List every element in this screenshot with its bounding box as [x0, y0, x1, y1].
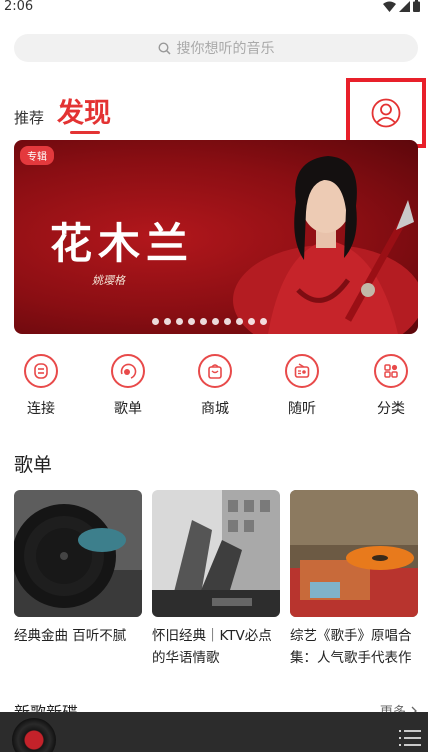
nav-label: 连接: [27, 401, 55, 417]
playlist-caption: 经典金曲 百听不腻: [14, 625, 142, 647]
status-time: 2:06: [4, 0, 34, 14]
nav-playlist[interactable]: 歌单: [98, 354, 158, 418]
quick-nav: 连接 歌单 商城 随听 分类: [0, 354, 428, 424]
pagination-dot[interactable]: [248, 318, 255, 325]
playlist-title-line2: 集：人气歌手代表作: [290, 650, 412, 666]
nav-radio[interactable]: 随听: [272, 354, 332, 418]
pagination-dot[interactable]: [236, 318, 243, 325]
search-icon: [157, 41, 171, 55]
nav-label: 随听: [288, 401, 316, 417]
pagination-dot[interactable]: [224, 318, 231, 325]
banner-title: 花木兰: [50, 219, 195, 268]
tab-discover[interactable]: 发现: [57, 91, 111, 130]
radio-icon: [285, 354, 319, 388]
tab-underline: [70, 131, 100, 134]
pagination-dot[interactable]: [260, 318, 267, 325]
playlist-card[interactable]: 经典金曲 百听不腻: [14, 490, 142, 647]
playlist-cover: [152, 490, 280, 617]
playlist-card[interactable]: 怀旧经典｜KTV必点 的华语情歌: [152, 490, 280, 669]
nav-label: 分类: [377, 401, 405, 417]
artist-signature: 姚璎格: [92, 274, 125, 287]
section-title-playlists: 歌单: [14, 454, 53, 476]
pagination-dot[interactable]: [188, 318, 195, 325]
album-banner[interactable]: 专辑 花木兰 姚璎格: [14, 140, 418, 334]
search-input[interactable]: 搜你想听的音乐: [14, 34, 418, 62]
playlist-card[interactable]: 综艺《歌手》原唱合 集：人气歌手代表作: [290, 490, 418, 669]
now-playing-disc[interactable]: [12, 718, 56, 752]
shop-icon: [198, 354, 232, 388]
nav-connect[interactable]: 连接: [11, 354, 71, 418]
category-icon: [374, 354, 408, 388]
battery-icon: [413, 0, 420, 12]
cell-signal-icon: [399, 0, 410, 12]
artist-photo: [233, 156, 418, 334]
pagination-dot[interactable]: [200, 318, 207, 325]
pagination-dot[interactable]: [152, 318, 159, 325]
user-icon: [371, 98, 401, 128]
playlist-title-line2: 的华语情歌: [152, 650, 220, 666]
nav-category[interactable]: 分类: [361, 354, 421, 418]
status-icons: [383, 0, 420, 12]
playlist-caption: 怀旧经典｜KTV必点 的华语情歌: [152, 625, 280, 669]
playlist-menu-icon[interactable]: [398, 728, 422, 748]
playlist-caption: 综艺《歌手》原唱合 集：人气歌手代表作: [290, 625, 418, 669]
playlist-cover: [14, 490, 142, 617]
playlist-title-line1: 综艺《歌手》原唱合: [290, 628, 412, 644]
nav-label: 商城: [201, 401, 229, 417]
pagination-dot[interactable]: [176, 318, 183, 325]
tab-recommend[interactable]: 推荐: [14, 107, 44, 128]
wifi-icon: [383, 1, 396, 12]
mini-player[interactable]: [0, 712, 428, 752]
pagination-dot[interactable]: [164, 318, 171, 325]
nav-label: 歌单: [114, 401, 142, 417]
profile-button[interactable]: [346, 78, 426, 148]
connect-icon: [24, 354, 58, 388]
banner-pagination[interactable]: [152, 318, 267, 325]
playlist-cover: [290, 490, 418, 617]
playlist-title-line1: 怀旧经典｜KTV必点: [152, 628, 272, 644]
status-bar: 2:06: [0, 0, 428, 16]
playlist-icon: [111, 354, 145, 388]
playlist-title-line1: 经典金曲 百听不腻: [14, 628, 127, 644]
pagination-dot[interactable]: [212, 318, 219, 325]
album-tag: 专辑: [20, 146, 54, 165]
search-placeholder: 搜你想听的音乐: [176, 41, 275, 57]
nav-shop[interactable]: 商城: [185, 354, 245, 418]
